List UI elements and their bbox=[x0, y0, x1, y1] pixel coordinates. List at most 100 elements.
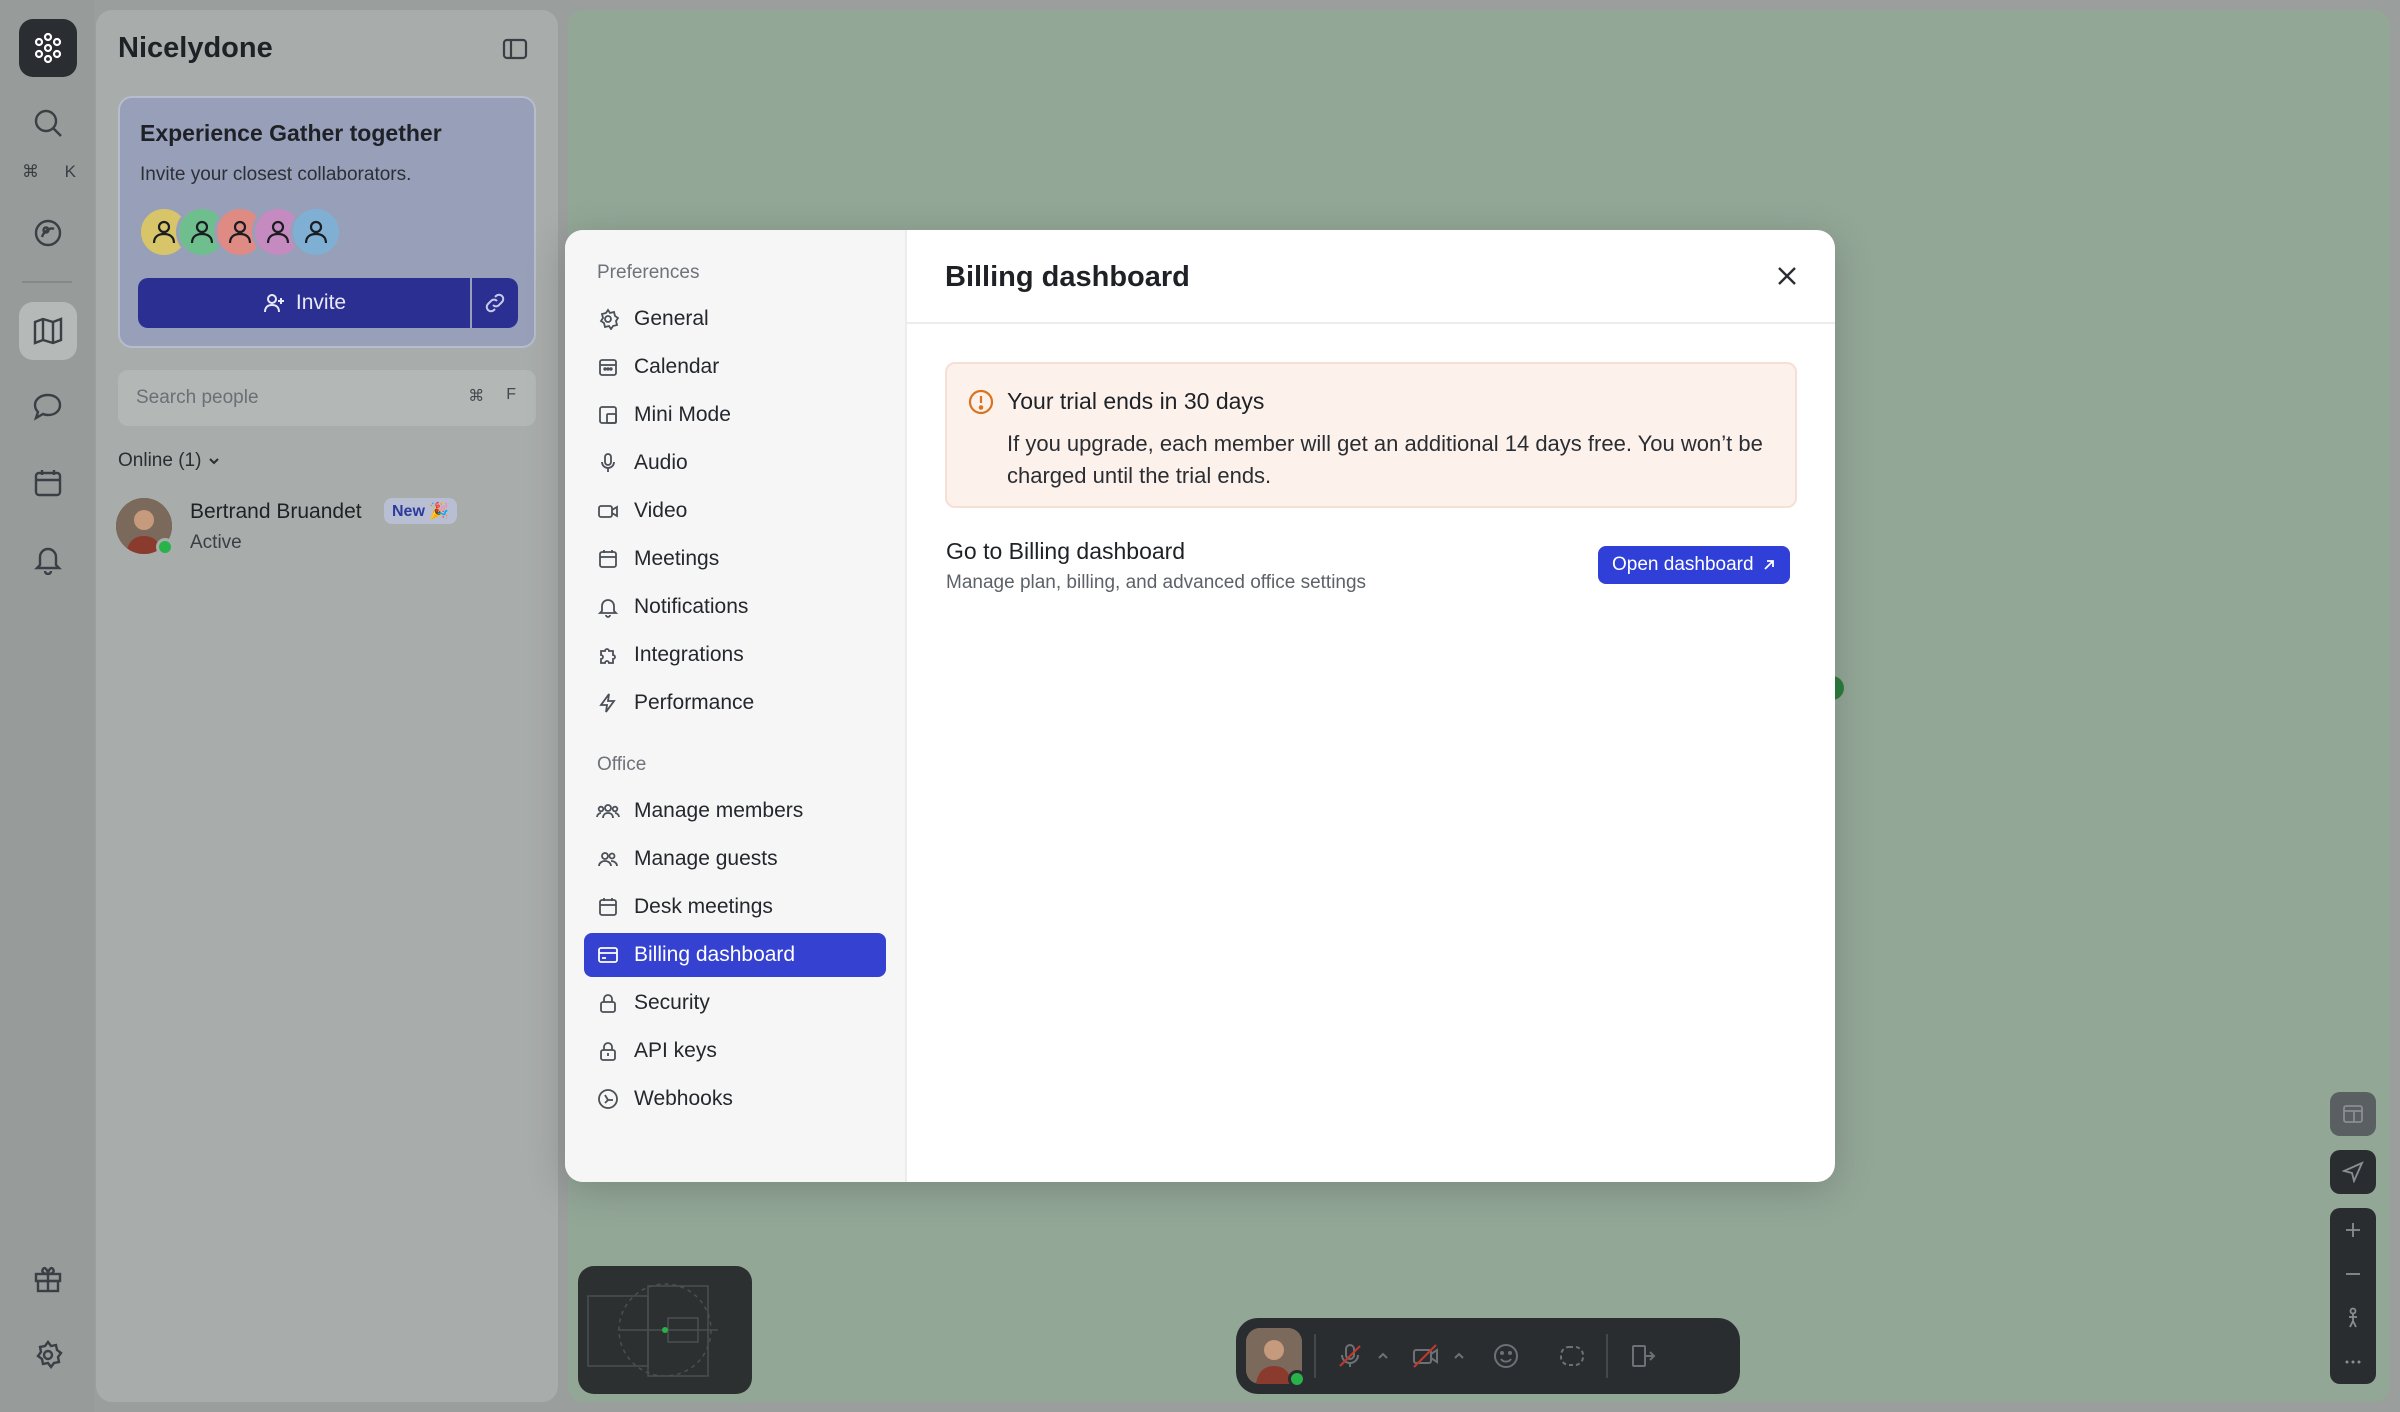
bar-divider bbox=[1606, 1334, 1608, 1378]
users-icon bbox=[596, 799, 620, 823]
billing-icon bbox=[596, 943, 620, 967]
sidebar: Nicelydone Experience Gather together In… bbox=[96, 10, 558, 1402]
user-status: Active bbox=[190, 532, 242, 553]
app-rail: ⌘ K bbox=[0, 0, 94, 1412]
external-link-icon bbox=[1762, 558, 1776, 572]
bar-divider bbox=[1314, 1334, 1316, 1378]
avatar-placeholder-icon bbox=[290, 206, 342, 258]
user-list-item[interactable]: Bertrand Bruandet New 🎉 Active bbox=[116, 488, 536, 558]
nav-item-audio[interactable]: Audio bbox=[584, 441, 886, 485]
search-shortcut: ⌘ K bbox=[22, 162, 76, 182]
billing-section-title: Go to Billing dashboard bbox=[946, 538, 1186, 564]
kbd-f: F bbox=[506, 386, 516, 403]
search-shortcut: ⌘ F bbox=[462, 384, 522, 408]
nav-item-label: API keys bbox=[634, 1039, 717, 1062]
gift-icon[interactable] bbox=[19, 1250, 77, 1308]
mic-muted-icon[interactable] bbox=[1328, 1328, 1372, 1384]
modal-header: Billing dashboard bbox=[907, 230, 1835, 324]
camera-off-icon[interactable] bbox=[1404, 1328, 1448, 1384]
nav-item-calendar[interactable]: Calendar bbox=[584, 345, 886, 389]
search-icon[interactable] bbox=[19, 94, 77, 152]
nav-item-notifications[interactable]: Notifications bbox=[584, 585, 886, 629]
camera-options-chevron-icon[interactable] bbox=[1448, 1328, 1470, 1384]
calendar-icon[interactable] bbox=[19, 454, 77, 512]
nav-item-label: Performance bbox=[634, 691, 755, 714]
online-section-toggle[interactable]: Online (1) bbox=[118, 450, 221, 472]
nav-item-integrations[interactable]: Integrations bbox=[584, 633, 886, 677]
invite-row: Invite bbox=[138, 278, 518, 328]
leave-icon[interactable] bbox=[1620, 1328, 1664, 1384]
nav-item-label: Webhooks bbox=[634, 1087, 733, 1110]
nav-item-webhooks[interactable]: Webhooks bbox=[584, 1077, 886, 1121]
invite-promo-card: Experience Gather together Invite your c… bbox=[118, 96, 536, 348]
self-avatar-button[interactable] bbox=[1246, 1328, 1306, 1388]
promo-subtitle: Invite your closest collaborators. bbox=[140, 164, 412, 185]
more-options-icon[interactable] bbox=[2330, 1340, 2376, 1384]
nav-item-meetings[interactable]: Meetings bbox=[584, 537, 886, 581]
chevron-down-icon bbox=[207, 454, 221, 468]
link-icon bbox=[484, 292, 506, 314]
kbd-cmd: ⌘ bbox=[22, 162, 39, 181]
nav-item-label: Audio bbox=[634, 451, 688, 474]
kbd-k: K bbox=[64, 162, 76, 181]
settings-gear-icon[interactable] bbox=[19, 1326, 77, 1384]
media-controls-bar bbox=[1236, 1318, 1740, 1394]
nav-item-label: Video bbox=[634, 499, 688, 522]
nav-item-security[interactable]: Security bbox=[584, 981, 886, 1025]
trial-warning-banner: Your trial ends in 30 days If you upgrad… bbox=[945, 362, 1797, 508]
mic-options-chevron-icon[interactable] bbox=[1372, 1328, 1394, 1384]
puzzle-icon bbox=[596, 643, 620, 667]
emoji-icon[interactable] bbox=[1484, 1328, 1528, 1384]
zoom-in-icon[interactable] bbox=[2330, 1208, 2376, 1252]
nav-item-label: Notifications bbox=[634, 595, 749, 618]
nav-item-api-keys[interactable]: API keys bbox=[584, 1029, 886, 1073]
nav-item-manage-members[interactable]: Manage members bbox=[584, 789, 886, 833]
lock-icon bbox=[596, 1039, 620, 1063]
screen-share-icon[interactable] bbox=[1550, 1328, 1594, 1384]
layout-icon[interactable] bbox=[2330, 1092, 2376, 1136]
chat-icon[interactable] bbox=[19, 378, 77, 436]
calendar-icon bbox=[596, 895, 620, 919]
sidebar-toggle-icon[interactable] bbox=[502, 38, 528, 60]
spaces-icon[interactable] bbox=[19, 204, 77, 262]
zoom-out-icon[interactable] bbox=[2330, 1252, 2376, 1296]
nav-item-label: Billing dashboard bbox=[634, 943, 796, 966]
calendar-icon bbox=[596, 547, 620, 571]
right-toolbar-send bbox=[2330, 1150, 2376, 1194]
new-badge: New 🎉 bbox=[384, 498, 458, 524]
copy-link-button[interactable] bbox=[472, 278, 518, 328]
nav-item-mini-mode[interactable]: Mini Mode bbox=[584, 393, 886, 437]
search-people-input[interactable]: Search people ⌘ F bbox=[118, 370, 536, 426]
nav-item-performance[interactable]: Performance bbox=[584, 681, 886, 725]
nav-item-label: Security bbox=[634, 991, 710, 1014]
bell-icon[interactable] bbox=[19, 530, 77, 588]
minimap[interactable] bbox=[578, 1266, 752, 1394]
lock-icon bbox=[596, 991, 620, 1015]
invite-label: Invite bbox=[295, 291, 347, 314]
nav-item-manage-guests[interactable]: Manage guests bbox=[584, 837, 886, 881]
nav-item-desk-meetings[interactable]: Desk meetings bbox=[584, 885, 886, 929]
nav-item-video[interactable]: Video bbox=[584, 489, 886, 533]
trial-title: Your trial ends in 30 days bbox=[1007, 388, 1265, 414]
open-dashboard-button[interactable]: Open dashboard bbox=[1598, 546, 1790, 584]
webhook-icon bbox=[596, 1087, 620, 1111]
nav-section-office: Office bbox=[597, 754, 647, 775]
zoom-controls bbox=[2330, 1208, 2376, 1384]
map-icon[interactable] bbox=[19, 302, 77, 360]
calendar-icon bbox=[596, 355, 620, 379]
modal-title: Billing dashboard bbox=[945, 261, 1190, 293]
avatar-stack bbox=[138, 206, 342, 258]
invite-button[interactable]: Invite bbox=[138, 278, 470, 328]
user-name: Bertrand Bruandet bbox=[190, 500, 362, 523]
bell-icon bbox=[596, 595, 620, 619]
warning-icon bbox=[967, 388, 995, 416]
nav-item-label: Integrations bbox=[634, 643, 744, 666]
gather-logo-icon[interactable] bbox=[19, 19, 77, 77]
nav-item-billing-dashboard[interactable]: Billing dashboard bbox=[584, 933, 886, 977]
send-location-icon[interactable] bbox=[2330, 1150, 2376, 1194]
online-status-dot bbox=[1288, 1370, 1306, 1388]
nav-item-general[interactable]: General bbox=[584, 297, 886, 341]
close-icon[interactable] bbox=[1775, 264, 1799, 288]
locate-me-icon[interactable] bbox=[2330, 1296, 2376, 1340]
nav-item-label: General bbox=[634, 307, 709, 330]
